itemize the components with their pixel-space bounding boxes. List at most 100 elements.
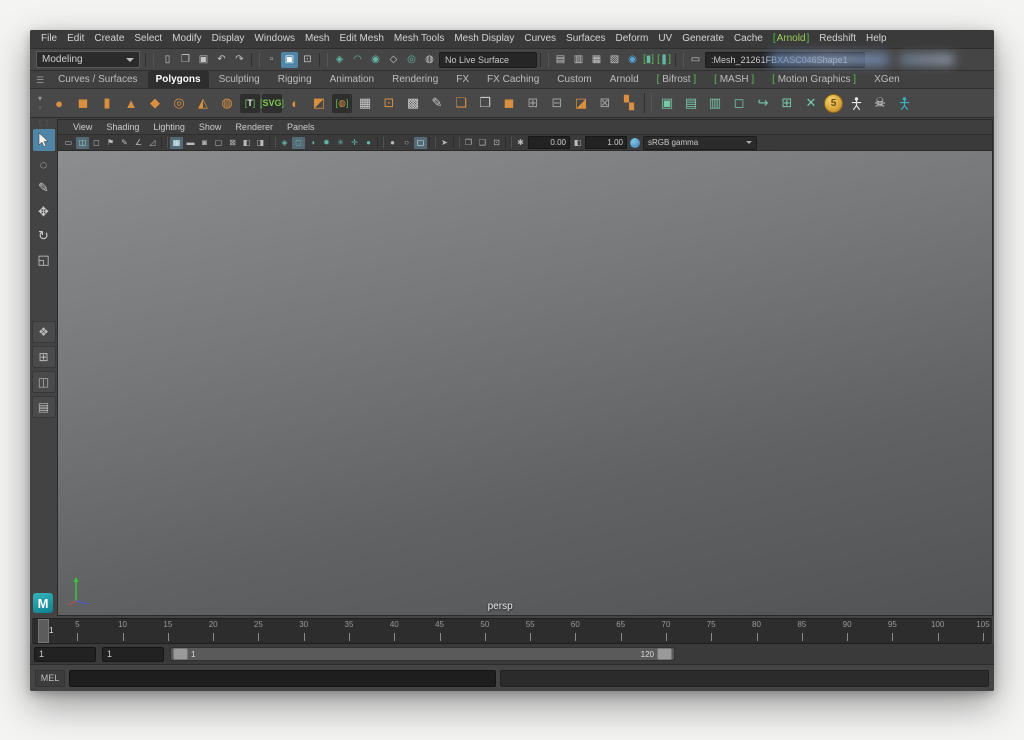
remesh-icon[interactable]: ◍ (332, 94, 352, 113)
poly-pipe-icon[interactable]: ◍ (216, 92, 238, 115)
layout-two-pane[interactable]: ◫ (32, 371, 56, 393)
viewport-toolbar-icon-26[interactable]: ▢ (414, 137, 427, 149)
spin-edge-icon[interactable]: ↪ (752, 92, 774, 115)
menu-display[interactable]: Display (207, 30, 250, 48)
save-scene-icon[interactable]: ▣ (195, 52, 212, 68)
viewport-toolbar-icon-4[interactable]: ✎ (118, 137, 131, 149)
range-slider-track[interactable]: 1 120 (171, 648, 674, 660)
marking-menu-b-icon[interactable]: ⊟ (546, 92, 568, 115)
menu-redshift[interactable]: Redshift (814, 30, 861, 48)
menu-mesh-display[interactable]: Mesh Display (449, 30, 519, 48)
viewport-menu-panels[interactable]: Panels (280, 122, 322, 132)
duplicate-face-icon[interactable]: ❐ (474, 92, 496, 115)
shelf-tab-bifrost[interactable]: Bifrost (649, 71, 704, 88)
viewport-toolbar-icon-12[interactable]: ⊠ (226, 137, 239, 149)
skull-icon[interactable]: ☠ (869, 92, 891, 115)
shelf-menu-icon[interactable]: ☰ (34, 75, 48, 88)
menu-curves[interactable]: Curves (519, 30, 561, 48)
lasso-select-tool[interactable]: ◌ (33, 153, 55, 175)
combine-icon[interactable]: ▦ (354, 92, 376, 115)
menu-surfaces[interactable]: Surfaces (561, 30, 610, 48)
snap-to-curve-icon[interactable]: ◠ (349, 52, 366, 68)
menu-help[interactable]: Help (861, 30, 892, 48)
select-tool[interactable] (33, 129, 55, 151)
range-start-handle[interactable] (173, 648, 188, 660)
shelf-tab-curves-surfaces[interactable]: Curves / Surfaces (50, 71, 145, 88)
viewport-toolbar-icon-10[interactable]: ◙ (198, 137, 211, 149)
gamma-field[interactable]: 1.00 (585, 136, 627, 149)
shelf-tab-xgen[interactable]: XGen (866, 71, 908, 88)
coin-badge-icon[interactable]: 5 (824, 94, 843, 113)
animation-start-field[interactable]: 1 (34, 647, 96, 662)
menu-select[interactable]: Select (129, 30, 167, 48)
booleans-icon[interactable]: ⊡ (378, 92, 400, 115)
poly-cylinder-icon[interactable]: ▮ (96, 92, 118, 115)
shelf-tab-polygons[interactable]: Polygons (148, 71, 209, 88)
viewport-menu-view[interactable]: View (66, 122, 99, 132)
viewport-menu-show[interactable]: Show (192, 122, 229, 132)
shelf-tab-fx[interactable]: FX (448, 71, 477, 88)
selection-mask-icon[interactable]: ▭ (687, 52, 704, 68)
current-frame-marker[interactable] (38, 619, 49, 643)
poly-cube-icon[interactable]: ◼ (72, 92, 94, 115)
menu-file[interactable]: File (36, 30, 62, 48)
character-figure-teal-icon[interactable] (893, 92, 915, 115)
shelf-tab-rendering[interactable]: Rendering (384, 71, 446, 88)
viewport-toolbar-icon-32[interactable]: ⊡ (490, 137, 503, 149)
menu-modify[interactable]: Modify (167, 30, 206, 48)
exposure-field[interactable]: 0.00 (528, 136, 570, 149)
smooth-mesh-icon[interactable]: ▣ (656, 92, 678, 115)
viewport-toolbar-icon-8[interactable]: ▦ (170, 137, 183, 149)
menuset-dropdown[interactable]: Modeling (36, 51, 140, 68)
selection-name-field[interactable]: :Mesh_21261FBXASC046Shape1 (705, 52, 865, 68)
viewport-toolbar-icon-22[interactable]: ● (362, 137, 375, 149)
shelf-tab-arnold[interactable]: Arnold (602, 71, 647, 88)
command-input[interactable] (69, 670, 496, 687)
move-tool[interactable]: ✥ (33, 201, 55, 223)
gamma-icon[interactable]: ◧ (571, 137, 584, 149)
svg-tool-icon[interactable]: SVG (262, 94, 282, 113)
character-figure-white-icon[interactable] (845, 92, 867, 115)
viewport-toolbar-icon-21[interactable]: ✛ (348, 137, 361, 149)
viewport-toolbar-icon-13[interactable]: ◧ (240, 137, 253, 149)
delete-history-icon[interactable]: ✕ (800, 92, 822, 115)
range-end-handle[interactable] (657, 648, 672, 660)
shelf-tab-fx-caching[interactable]: FX Caching (479, 71, 547, 88)
viewport-menu-renderer[interactable]: Renderer (228, 122, 280, 132)
view-transform-dropdown[interactable]: sRGB gamma (643, 136, 757, 150)
menu-windows[interactable]: Windows (249, 30, 300, 48)
drag-handle-icon[interactable]: ⋮⋮ (37, 121, 51, 127)
render-setup-icon[interactable]: ▮ (642, 54, 655, 65)
viewport-menu-shading[interactable]: Shading (99, 122, 146, 132)
viewport-toolbar-icon-1[interactable]: ◫ (76, 137, 89, 149)
unsmooth-mesh-icon[interactable]: ◻ (728, 92, 750, 115)
shelf-tab-custom[interactable]: Custom (549, 71, 599, 88)
viewport-toolbar-icon-9[interactable]: ▬ (184, 137, 197, 149)
snap-to-projected-center-icon[interactable]: ◇ (385, 52, 402, 68)
shelf-options-icon[interactable]: ▾◦ (34, 94, 46, 112)
live-surface-field[interactable]: No Live Surface (439, 52, 537, 68)
look-dev-view-icon[interactable]: ❚ (656, 54, 672, 65)
layout-four-view[interactable]: ⊞ (32, 346, 56, 368)
viewport-toolbar-icon-24[interactable]: ● (386, 137, 399, 149)
snap-to-point-icon[interactable]: ◉ (367, 52, 384, 68)
menu-arnold[interactable]: Arnold (768, 30, 814, 48)
range-slider[interactable]: 1 120 (170, 647, 675, 661)
output-operations-icon[interactable]: ▥ (570, 52, 587, 68)
menu-edit-mesh[interactable]: Edit Mesh (334, 30, 388, 48)
construction-history-icon[interactable]: ▦ (588, 52, 605, 68)
shelf-tab-motion-graphics[interactable]: Motion Graphics (764, 71, 864, 88)
redo-icon[interactable]: ↷ (231, 52, 248, 68)
quad-draw-icon[interactable]: ▩ (402, 92, 424, 115)
exposure-icon[interactable]: ✱ (514, 137, 527, 149)
shelf-tab-animation[interactable]: Animation (322, 71, 382, 88)
viewport-toolbar-icon-2[interactable]: ◻ (90, 137, 103, 149)
open-scene-icon[interactable]: ❒ (177, 52, 194, 68)
viewport-toolbar-icon-16[interactable]: ◈ (278, 137, 291, 149)
menu-cache[interactable]: Cache (729, 30, 768, 48)
menu-create[interactable]: Create (89, 30, 129, 48)
sphere-projection-icon[interactable]: ◐ (284, 92, 306, 115)
viewport-canvas[interactable]: persp (58, 151, 992, 615)
layout-single-pane[interactable]: ❖ (32, 321, 56, 343)
viewport-toolbar-icon-30[interactable]: ❐ (462, 137, 475, 149)
